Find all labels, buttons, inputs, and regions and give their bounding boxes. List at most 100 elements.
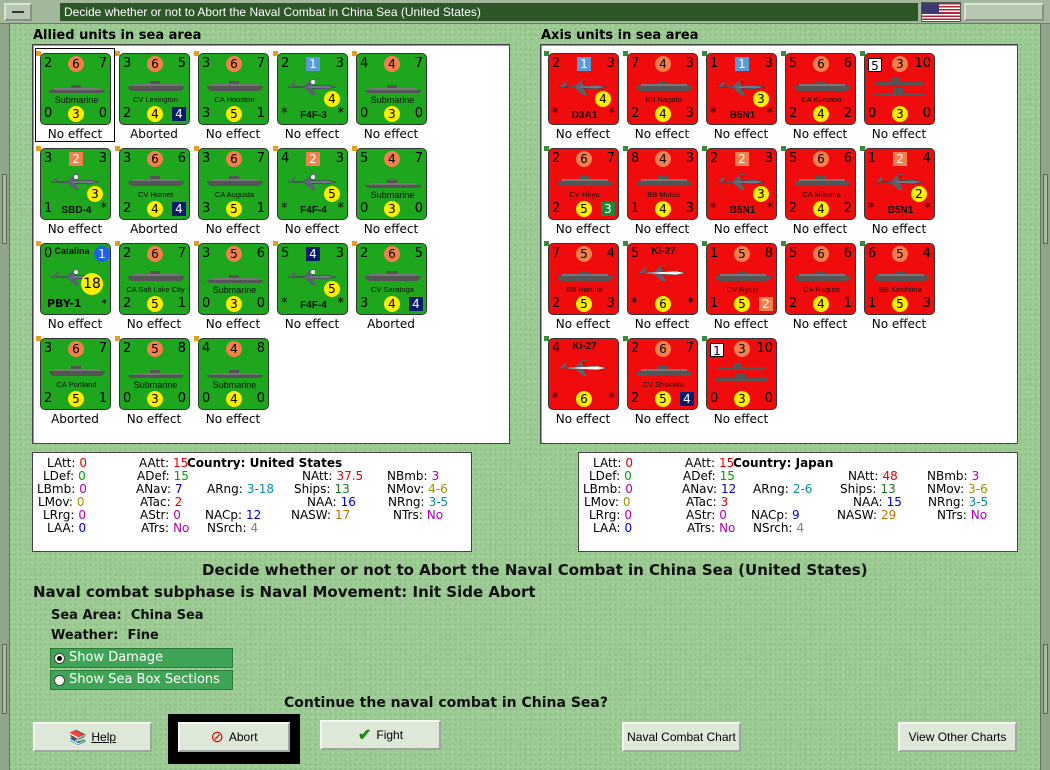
unit-slot[interactable]: 2 5 8 Submarine 0 3 0 No effect [114,333,194,427]
unit-slot[interactable]: 6 5 4 BB Kirishima 1 5 3 No effect [859,238,939,332]
unit-slot[interactable]: 7 5 4 BB Haruna 2 5 3 No effect [543,238,623,332]
unit-counter[interactable]: 2 6 7 CV Hiryu 2 5 3 [548,148,619,220]
unit-bottom-right: 1 [256,106,265,121]
radio-selected-icon[interactable] [54,653,65,664]
radio-empty-icon[interactable] [54,675,65,686]
unit-slot[interactable]: 5 3 10 0 3 0 No effect [859,48,939,142]
unit-counter[interactable]: 4 4 7 Submarine 0 3 0 [356,53,427,125]
unit-counter[interactable]: 5 4 7 Submarine 0 3 0 [356,148,427,220]
unit-slot[interactable]: 4 2 3 F4F-4 * 5 * No effect [272,143,352,237]
unit-counter[interactable]: 5 6 6 CA Mikuma 2 4 2 [785,148,856,220]
unit-slot[interactable]: 1 2 4 B5N1 * 2 * No effect [859,143,939,237]
stat-arng: ARng: 2-6 [753,482,813,496]
unit-slot[interactable]: 1 3 10 0 3 0 No effect [701,333,781,427]
unit-slot[interactable]: 5 6 6 CA Haguro 2 4 1 No effect [780,238,860,332]
unit-slot[interactable]: 5 6 6 CA Mikuma 2 4 2 No effect [780,143,860,237]
unit-counter[interactable]: 2 2 3 B5N1 * 3 * [706,148,777,220]
unit-slot[interactable]: 3 6 6 CV Hornet 2 4 4 Aborted [114,143,194,237]
unit-slot[interactable]: 8 4 3 BB Mutsu 1 4 3 No effect [622,143,702,237]
unit-counter[interactable]: 1 5 8 CV Ryujo 1 5 2 [706,243,777,315]
unit-slot[interactable]: 5 6 6 CA Kumano 2 4 2 No effect [780,48,860,142]
unit-counter[interactable]: 4 2 3 F4F-4 * 5 * [277,148,348,220]
unit-counter[interactable]: 3 6 7 CA Augusta 3 5 1 [198,148,269,220]
unit-counter[interactable]: 2 6 5 CV Saratoga 3 4 4 [356,243,427,315]
unit-slot[interactable]: 2 6 7 CA Salt Lake City 2 5 1 No effect [114,238,194,332]
unit-counter[interactable]: 5 4 3 F4F-4 * 5 * [277,243,348,315]
stat-laa: LAA: 0 [593,521,633,535]
unit-counter[interactable]: 3 6 5 CV Lexington 2 4 4 [119,53,190,125]
unit-counter[interactable]: 1 3 10 0 3 0 [706,338,777,410]
unit-counter[interactable]: 7 4 3 BB Nagato 2 4 3 [627,53,698,125]
view-other-charts-button[interactable]: View Other Charts [898,722,1017,752]
help-button[interactable]: 📚 Help [33,722,152,752]
ship-icon [365,85,421,93]
unit-counter[interactable]: 2 1 3 F4F-3 * 4 * [277,53,348,125]
unit-counter[interactable]: 4 Ki-27 * 6 * [548,338,619,410]
unit-counter[interactable]: 3 5 6 Submarine 0 3 0 [198,243,269,315]
show-sea-box-radio[interactable]: Show Sea Box Sections [50,670,233,690]
unit-slot[interactable]: 4 Ki-27 * 6 * No effect [543,333,623,427]
unit-counter[interactable]: 2 6 7 Submarine 0 3 0 [40,53,111,125]
unit-bottom-right: 3 [601,202,615,216]
unit-slot[interactable]: 3 5 6 Submarine 0 3 0 No effect [193,238,273,332]
unit-counter[interactable]: 5 6 6 CA Kumano 2 4 2 [785,53,856,125]
unit-counter[interactable]: 3 6 6 CV Hornet 2 4 4 [119,148,190,220]
unit-counter[interactable]: 3 2 3 SBD-4 1 3 * [40,148,111,220]
unit-slot[interactable]: 0 1 Catalina PBY-1 18 * No effect [35,238,115,332]
unit-slot[interactable]: 2 6 7 CV Shokaku 2 5 4 No effect [622,333,702,427]
unit-slot[interactable]: 2 6 5 CV Saratoga 3 4 4 Aborted [351,238,431,332]
system-menu-button[interactable] [4,2,32,21]
unit-counter[interactable]: 5 Ki-27 * 6 * [627,243,698,315]
ship-icon [365,271,421,281]
unit-counter[interactable]: 2 5 8 Submarine 0 3 0 [119,338,190,410]
unit-slot[interactable]: 4 4 8 Submarine 0 4 0 No effect [193,333,273,427]
unit-bottom-left: 0 [123,391,132,406]
unit-name: Submarine [370,190,415,200]
unit-effect: No effect [363,127,419,141]
unit-counter[interactable]: 0 1 Catalina PBY-1 18 * [40,243,111,315]
unit-slot[interactable]: 5 4 3 F4F-4 * 5 * No effect [272,238,352,332]
unit-slot[interactable]: 3 6 7 CA Portland 2 5 1 Aborted [35,333,115,427]
unit-counter[interactable]: 1 2 4 B5N1 * 2 * [864,148,935,220]
unit-counter[interactable]: 5 3 10 0 3 0 [864,53,935,125]
unit-slot[interactable]: 3 6 5 CV Lexington 2 4 4 Aborted [114,48,194,142]
unit-counter[interactable]: 4 4 8 Submarine 0 4 0 [198,338,269,410]
title-bar-button[interactable] [964,3,1044,21]
unit-slot[interactable]: 4 4 7 Submarine 0 3 0 No effect [351,48,431,142]
unit-name: CA Portland [56,380,97,389]
unit-bottom-right: 2 [843,106,852,121]
ship-icon [128,176,184,186]
unit-counter[interactable]: 5 6 6 CA Haguro 2 4 1 [785,243,856,315]
unit-bottom-right: 1 [98,391,107,406]
unit-counter[interactable]: 2 6 7 CV Shokaku 2 5 4 [627,338,698,410]
unit-slot[interactable]: 2 1 3 D3A1 * 4 * No effect [543,48,623,142]
ship-icon [794,81,850,91]
unit-counter[interactable]: 8 4 3 BB Mutsu 1 4 3 [627,148,698,220]
fight-button[interactable]: ✔ Fight [320,720,441,750]
unit-slot[interactable]: 7 4 3 BB Nagato 2 4 3 No effect [622,48,702,142]
unit-slot[interactable]: 2 6 7 Submarine 0 3 0 No effect [35,48,115,142]
unit-counter[interactable]: 2 6 7 CA Salt Lake City 2 5 1 [119,243,190,315]
unit-effect: No effect [713,317,769,331]
unit-slot[interactable]: 3 2 3 SBD-4 1 3 * No effect [35,143,115,237]
unit-slot[interactable]: 3 6 7 CA Houston 3 5 1 No effect [193,48,273,142]
unit-counter[interactable]: 3 6 7 CA Houston 3 5 1 [198,53,269,125]
show-damage-radio[interactable]: Show Damage [50,648,233,668]
abort-button[interactable]: ⊘ Abort [178,722,290,752]
unit-counter[interactable]: 1 1 3 B5N1 * 3 * [706,53,777,125]
unit-slot[interactable]: 1 1 3 B5N1 * 3 * No effect [701,48,781,142]
unit-slot[interactable]: 2 1 3 F4F-3 * 4 * No effect [272,48,352,142]
unit-slot[interactable]: 1 5 8 CV Ryujo 1 5 2 No effect [701,238,781,332]
unit-slot[interactable]: 2 2 3 B5N1 * 3 * No effect [701,143,781,237]
unit-counter[interactable]: 3 6 7 CA Portland 2 5 1 [40,338,111,410]
unit-counter[interactable]: 6 5 4 BB Kirishima 1 5 3 [864,243,935,315]
unit-slot[interactable]: 5 4 7 Submarine 0 3 0 No effect [351,143,431,237]
unit-counter[interactable]: 7 5 4 BB Haruna 2 5 3 [548,243,619,315]
unit-top-right: 7 [685,341,694,356]
unit-slot[interactable]: 2 6 7 CV Hiryu 2 5 3 No effect [543,143,623,237]
unit-slot[interactable]: 5 Ki-27 * 6 * No effect [622,238,702,332]
naval-combat-chart-button[interactable]: Naval Combat Chart [622,722,741,752]
unit-slot[interactable]: 3 6 7 CA Augusta 3 5 1 No effect [193,143,273,237]
unit-counter[interactable]: 2 1 3 D3A1 * 4 * [548,53,619,125]
unit-bottom-right: * [337,106,345,121]
